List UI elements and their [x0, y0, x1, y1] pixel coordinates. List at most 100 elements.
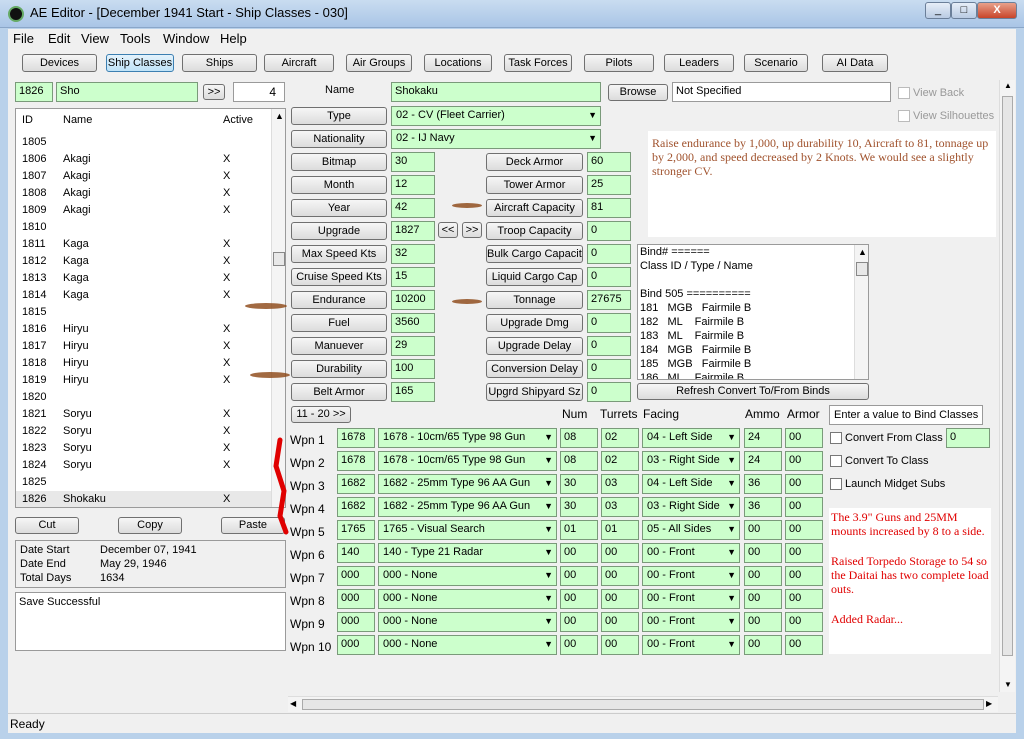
- weapon-facing-select[interactable]: 00 - Front ▼: [642, 589, 740, 609]
- weapon-id-input[interactable]: 1682: [337, 497, 375, 517]
- table-row[interactable]: 1826 Shokaku X: [16, 491, 271, 507]
- nationality-button[interactable]: Nationality: [291, 130, 387, 148]
- weapon-num-input[interactable]: 00: [560, 566, 598, 586]
- main-vertical-scrollbar[interactable]: ▲ ▼: [999, 80, 1015, 692]
- weapon-turrets-input[interactable]: 03: [601, 497, 639, 517]
- attr-button-bitmap[interactable]: Bitmap: [291, 153, 387, 171]
- weapon-armor-input[interactable]: 00: [785, 589, 823, 609]
- attr-button-upgrd-shipyard-sz[interactable]: Upgrd Shipyard Sz: [486, 383, 583, 401]
- table-row[interactable]: 1809 Akagi X: [16, 202, 271, 219]
- weapon-ammo-input[interactable]: 00: [744, 612, 782, 632]
- attr-value-endurance[interactable]: 10200: [391, 290, 435, 310]
- table-row[interactable]: 1822 Soryu X: [16, 423, 271, 440]
- search-go-button[interactable]: >>: [203, 84, 225, 100]
- type-button[interactable]: Type: [291, 107, 387, 125]
- weapon-armor-input[interactable]: 00: [785, 451, 823, 471]
- close-button[interactable]: X: [977, 2, 1017, 19]
- weapon-device-select[interactable]: 1682 - 25mm Type 96 AA Gun ▼: [378, 474, 557, 494]
- scroll-up-icon[interactable]: ▲: [1004, 81, 1012, 90]
- menu-view[interactable]: View: [81, 31, 109, 46]
- menu-help[interactable]: Help: [220, 31, 247, 46]
- convert-to-checkbox[interactable]: [830, 455, 842, 467]
- main-horizontal-thumb[interactable]: [302, 699, 984, 710]
- view-silhouettes-checkbox[interactable]: [898, 110, 910, 122]
- nationality-select[interactable]: 02 - IJ Navy ▼: [391, 129, 601, 149]
- weapon-facing-select[interactable]: 00 - Front ▼: [642, 543, 740, 563]
- tab-task-forces[interactable]: Task Forces: [504, 54, 572, 72]
- weapon-turrets-input[interactable]: 01: [601, 520, 639, 540]
- launch-midget-checkbox[interactable]: [830, 478, 842, 490]
- binds-scrollbar[interactable]: ▲: [854, 245, 868, 379]
- main-horizontal-scrollbar[interactable]: ◀ ▶: [288, 696, 998, 712]
- attr-value-upgrade-delay[interactable]: 0: [587, 336, 631, 356]
- weapon-facing-select[interactable]: 00 - Front ▼: [642, 612, 740, 632]
- weapon-id-input[interactable]: 1765: [337, 520, 375, 540]
- tab-pilots[interactable]: Pilots: [584, 54, 654, 72]
- table-row[interactable]: 1810: [16, 219, 271, 236]
- weapon-num-input[interactable]: 08: [560, 451, 598, 471]
- tab-ship-classes[interactable]: Ship Classes: [106, 54, 174, 72]
- table-row[interactable]: 1806 Akagi X: [16, 151, 271, 168]
- table-row[interactable]: 1805: [16, 134, 271, 151]
- table-row[interactable]: 1815: [16, 304, 271, 321]
- attr-button-fuel[interactable]: Fuel: [291, 314, 387, 332]
- weapon-turrets-input[interactable]: 00: [601, 566, 639, 586]
- convert-from-checkbox[interactable]: [830, 432, 842, 444]
- ship-name-input[interactable]: Shokaku: [391, 82, 601, 102]
- attr-value-upgrade-dmg[interactable]: 0: [587, 313, 631, 333]
- weapon-armor-input[interactable]: 00: [785, 612, 823, 632]
- weapon-num-input[interactable]: 00: [560, 543, 598, 563]
- attr-button-deck-armor[interactable]: Deck Armor: [486, 153, 583, 171]
- attr-button-conversion-delay[interactable]: Conversion Delay: [486, 360, 583, 378]
- weapon-armor-input[interactable]: 00: [785, 474, 823, 494]
- attr-button-max-speed-kts[interactable]: Max Speed Kts: [291, 245, 387, 263]
- table-row[interactable]: 1818 Hiryu X: [16, 355, 271, 372]
- weapon-ammo-input[interactable]: 00: [744, 520, 782, 540]
- weapon-device-select[interactable]: 000 - None ▼: [378, 589, 557, 609]
- attr-value-manuever[interactable]: 29: [391, 336, 435, 356]
- weapon-page-button[interactable]: 11 - 20 >>: [291, 406, 351, 423]
- weapon-turrets-input[interactable]: 00: [601, 589, 639, 609]
- weapon-ammo-input[interactable]: 00: [744, 635, 782, 655]
- attr-button-aircraft-capacity[interactable]: Aircraft Capacity: [486, 199, 583, 217]
- attr-value-tonnage[interactable]: 27675: [587, 290, 631, 310]
- weapon-facing-select[interactable]: 00 - Front ▼: [642, 635, 740, 655]
- weapon-turrets-input[interactable]: 02: [601, 451, 639, 471]
- weapon-id-input[interactable]: 000: [337, 589, 375, 609]
- attr-value-conversion-delay[interactable]: 0: [587, 359, 631, 379]
- browse-button[interactable]: Browse: [608, 84, 668, 101]
- weapon-device-select[interactable]: 1765 - Visual Search ▼: [378, 520, 557, 540]
- minimize-button[interactable]: _: [925, 2, 951, 19]
- weapon-turrets-input[interactable]: 00: [601, 543, 639, 563]
- weapon-armor-input[interactable]: 00: [785, 543, 823, 563]
- weapon-device-select[interactable]: 000 - None ▼: [378, 635, 557, 655]
- table-row[interactable]: 1825: [16, 474, 271, 491]
- attr-value-fuel[interactable]: 3560: [391, 313, 435, 333]
- attr-value-troop-capacity[interactable]: 0: [587, 221, 631, 241]
- tab-air-groups[interactable]: Air Groups: [346, 54, 412, 72]
- weapon-device-select[interactable]: 1678 - 10cm/65 Type 98 Gun ▼: [378, 451, 557, 471]
- weapon-turrets-input[interactable]: 02: [601, 428, 639, 448]
- upgrade-prev-button[interactable]: <<: [438, 222, 458, 238]
- table-row[interactable]: 1816 Hiryu X: [16, 321, 271, 338]
- weapon-ammo-input[interactable]: 24: [744, 451, 782, 471]
- weapon-ammo-input[interactable]: 36: [744, 474, 782, 494]
- scroll-up-icon[interactable]: ▲: [275, 111, 284, 121]
- attr-button-endurance[interactable]: Endurance: [291, 291, 387, 309]
- weapon-armor-input[interactable]: 00: [785, 566, 823, 586]
- weapon-facing-select[interactable]: 04 - Left Side ▼: [642, 428, 740, 448]
- weapon-num-input[interactable]: 30: [560, 497, 598, 517]
- weapon-armor-input[interactable]: 00: [785, 497, 823, 517]
- convert-from-input[interactable]: 0: [946, 428, 990, 448]
- weapon-num-input[interactable]: 00: [560, 635, 598, 655]
- weapon-id-input[interactable]: 000: [337, 635, 375, 655]
- attr-value-tower-armor[interactable]: 25: [587, 175, 631, 195]
- type-select[interactable]: 02 - CV (Fleet Carrier) ▼: [391, 106, 601, 126]
- attr-value-year[interactable]: 42: [391, 198, 435, 218]
- weapon-id-input[interactable]: 140: [337, 543, 375, 563]
- upgrade-next-button[interactable]: >>: [462, 222, 482, 238]
- weapon-turrets-input[interactable]: 00: [601, 612, 639, 632]
- attr-value-bulk-cargo-capacity[interactable]: 0: [587, 244, 631, 264]
- weapon-ammo-input[interactable]: 24: [744, 428, 782, 448]
- menu-tools[interactable]: Tools: [120, 31, 150, 46]
